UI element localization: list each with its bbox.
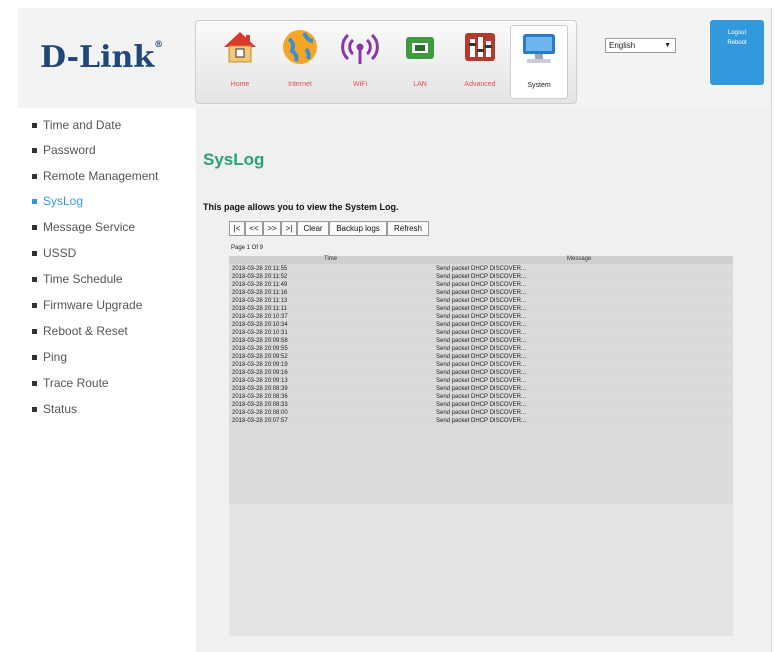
bullet-icon <box>32 251 37 257</box>
clear-button[interactable]: Clear <box>297 221 329 236</box>
sidebar-item-reboot-reset[interactable]: Reboot & Reset <box>32 324 128 338</box>
nav-system-label: System <box>527 82 551 89</box>
sidebar-item-trace-route[interactable]: Trace Route <box>32 376 109 390</box>
sidebar-item-password[interactable]: Password <box>32 143 96 157</box>
table-row: 2018-03-28 20:08:00 Send packet DHCP DISC… <box>232 410 526 416</box>
nav-internet-label: Internet <box>288 81 312 88</box>
nav-wifi[interactable]: WiFi <box>332 25 388 97</box>
table-row: 2018-03-28 20:11:55 Send packet DHCP DISC… <box>232 266 526 272</box>
nav-internet[interactable]: Internet <box>272 25 328 97</box>
advanced-icon <box>465 33 495 61</box>
home-icon <box>224 32 256 63</box>
table-row: 2018-03-28 20:09:52 Send packet DHCP DISC… <box>229 353 733 361</box>
sidebar-item-status[interactable]: Status <box>32 402 77 416</box>
top-nav: Home Internet WiFi LAN Advanced System <box>195 20 577 104</box>
page-title: SysLog <box>203 150 265 169</box>
prev-page-button[interactable]: << <box>245 221 263 236</box>
table-row: 2018-03-28 20:10:31 Send packet DHCP DISC… <box>232 330 526 336</box>
nav-advanced-label: Advanced <box>464 81 496 88</box>
bullet-icon <box>32 329 37 335</box>
bullet-icon <box>32 277 37 283</box>
nav-home-label: Home <box>230 81 250 88</box>
bullet-icon <box>32 174 37 180</box>
table-row: 2018-03-28 20:09:58 Send packet DHCP DISC… <box>229 337 733 345</box>
nav-lan[interactable]: LAN <box>392 25 448 97</box>
wifi-icon <box>341 33 379 64</box>
page-description: This page allows you to view the System … <box>203 202 399 212</box>
computer-icon <box>523 34 555 63</box>
bullet-icon <box>32 355 37 361</box>
page-info: Page 1 Of 9 <box>231 245 264 251</box>
table-row: 2018-03-28 20:09:55 Send packet DHCP DISC… <box>232 346 526 352</box>
sidebar-item-time-and-date[interactable]: Time and Date <box>32 118 121 132</box>
column-header-time: Time <box>324 256 338 262</box>
table-row: 2018-03-28 20:10:34 Send packet DHCP DISC… <box>229 321 733 329</box>
last-page-button[interactable]: >| <box>281 221 297 236</box>
lan-icon <box>406 37 434 59</box>
sidebar-item-message-service[interactable]: Message Service <box>32 220 135 234</box>
table-row: 2018-03-28 20:11:11 Send packet DHCP DISC… <box>229 305 733 313</box>
bullet-icon <box>32 123 37 129</box>
sidebar-item-syslog[interactable]: SysLog <box>32 194 83 208</box>
account-panel: Logout Reboot <box>710 20 764 85</box>
table-row: 2018-03-28 20:11:52 Send packet DHCP DISC… <box>229 273 733 281</box>
logout-link[interactable]: Logout <box>710 30 764 36</box>
bullet-icon <box>32 199 37 205</box>
reboot-link[interactable]: Reboot <box>710 40 764 46</box>
bullet-icon <box>32 407 37 413</box>
table-row: 2018-03-28 20:08:39 Send packet DHCP DISC… <box>229 385 733 393</box>
table-row: 2018-03-28 20:09:13 Send packet DHCP DISC… <box>232 378 526 384</box>
globe-icon <box>283 30 317 64</box>
sidebar-item-remote-management[interactable]: Remote Management <box>32 169 158 183</box>
nav-wifi-label: WiFi <box>353 81 367 88</box>
bullet-icon <box>32 303 37 309</box>
nav-home[interactable]: Home <box>212 25 268 97</box>
sidebar-item-firmware-upgrade[interactable]: Firmware Upgrade <box>32 298 142 312</box>
table-row: 2018-03-28 20:11:13 Send packet DHCP DISC… <box>232 298 526 304</box>
bullet-icon <box>32 148 37 154</box>
table-row: 2018-03-28 20:07:57 Send packet DHCP DISC… <box>229 417 733 425</box>
table-row: 2018-03-28 20:09:19 Send packet DHCP DISC… <box>232 362 526 368</box>
bullet-icon <box>32 225 37 231</box>
language-value: English <box>609 41 636 50</box>
bullet-icon <box>32 381 37 387</box>
chevron-down-icon: ▼ <box>664 42 671 49</box>
column-header-message: Message <box>567 256 592 262</box>
next-page-button[interactable]: >> <box>263 221 281 236</box>
sidebar-item-time-schedule[interactable]: Time Schedule <box>32 272 123 286</box>
language-select[interactable]: English ▼ <box>605 38 676 53</box>
table-row: 2018-03-28 20:08:33 Send packet DHCP DISC… <box>229 401 733 409</box>
sidebar: Time and Date Password Remote Management… <box>18 108 196 652</box>
nav-lan-label: LAN <box>413 81 427 88</box>
sidebar-item-ping[interactable]: Ping <box>32 350 67 364</box>
table-row: 2018-03-28 20:09:16 Send packet DHCP DISC… <box>229 369 733 377</box>
table-row: 2018-03-28 20:11:16 Send packet DHCP DISC… <box>229 289 733 297</box>
nav-advanced[interactable]: Advanced <box>452 25 508 97</box>
table-row: 2018-03-28 20:11:49 Send packet DHCP DISC… <box>232 282 526 288</box>
first-page-button[interactable]: |< <box>229 221 245 236</box>
sidebar-item-ussd[interactable]: USSD <box>32 246 76 260</box>
table-row: 2018-03-28 20:10:37 Send packet DHCP DISC… <box>232 314 526 320</box>
refresh-button[interactable]: Refresh <box>387 221 429 236</box>
table-row: 2018-03-28 20:08:36 Send packet DHCP DISC… <box>232 394 526 400</box>
dlink-logo: D-Link® <box>40 40 164 75</box>
syslog-table: Time Message 2018-03-28 20:11:55 Send pac… <box>229 256 733 636</box>
nav-system[interactable]: System <box>510 25 568 99</box>
backup-logs-button[interactable]: Backup logs <box>329 221 387 236</box>
table-header: Time Message <box>229 256 733 264</box>
